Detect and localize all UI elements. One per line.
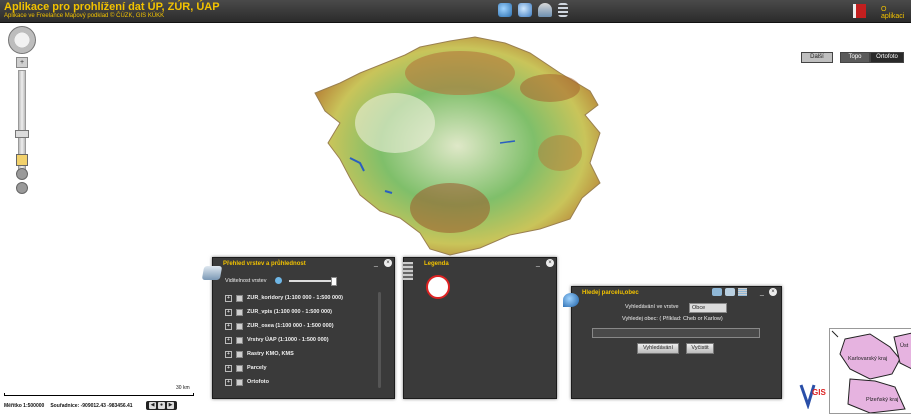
scale-text: Měřítko 1:500000 bbox=[4, 403, 45, 409]
minimize-icon[interactable]: _ bbox=[374, 260, 378, 267]
legend-panel-title: Legenda bbox=[424, 261, 449, 267]
visibility-globe-icon bbox=[275, 277, 282, 284]
layers-globe-icon[interactable] bbox=[518, 3, 532, 17]
layers-scrollbar[interactable] bbox=[378, 292, 381, 388]
book-icon[interactable] bbox=[853, 4, 866, 18]
search-hint: Vyhledej obec: ( Příklad: Cheb or Karlow… bbox=[622, 316, 723, 322]
no-legend-icon bbox=[426, 275, 450, 299]
map-icon[interactable] bbox=[725, 288, 735, 296]
status-bar: Měřítko 1:500000 Souřadnice: -909012.43 -… bbox=[4, 403, 133, 409]
search-button[interactable]: Vyhledávání bbox=[637, 343, 679, 354]
zoom-box-icon[interactable] bbox=[16, 168, 28, 180]
search-in-label: Vyhledávání ve vrstve bbox=[625, 304, 679, 310]
visibility-label: Viditelnost vrstev bbox=[225, 278, 267, 284]
layer-item[interactable]: + ZUR_koridory (1:100 000 - 1:500 000) bbox=[225, 293, 343, 303]
expand-icon[interactable]: + bbox=[225, 364, 232, 372]
layer-item[interactable]: + Rastry KMO, KMS bbox=[225, 349, 294, 359]
layer-item[interactable]: + Ortofoto bbox=[225, 377, 269, 387]
ortofoto-button[interactable]: Ortofoto bbox=[870, 52, 904, 63]
layer-item[interactable]: + ZUR_vpis (1:100 000 - 1:500 000) bbox=[225, 307, 332, 317]
search-panel-title: Hledej parcelu,obec bbox=[582, 290, 639, 296]
layer-checkbox[interactable] bbox=[236, 364, 243, 372]
expand-icon[interactable]: + bbox=[225, 308, 232, 316]
extent-navigation: ◀ ● ▶ bbox=[146, 401, 177, 410]
layer-checkbox[interactable] bbox=[236, 322, 243, 330]
search-bubble-icon bbox=[563, 293, 579, 307]
app-title: Aplikace pro prohlížení dat ÚP, ZÚR, ÚAP bbox=[4, 1, 220, 13]
layers-panel: Přehled vrstev a průhlednost _ × Viditel… bbox=[212, 257, 395, 399]
layer-checkbox[interactable] bbox=[236, 378, 243, 386]
minimize-icon[interactable]: _ bbox=[760, 289, 764, 296]
hand-tool-icon[interactable] bbox=[16, 154, 28, 166]
top-toolbar bbox=[498, 3, 568, 17]
list-icon[interactable] bbox=[558, 3, 568, 17]
gis-logo: GIS bbox=[799, 384, 826, 409]
search-panel: Hledej parcelu,obec _ × Vyhledávání ve v… bbox=[571, 286, 782, 399]
opacity-slider-handle[interactable] bbox=[331, 277, 337, 286]
scalebar bbox=[4, 393, 194, 396]
layer-checkbox[interactable] bbox=[236, 294, 243, 302]
layer-checkbox[interactable] bbox=[236, 336, 243, 344]
close-icon[interactable]: × bbox=[546, 259, 554, 267]
overview-map[interactable]: Karlovarský kraj Plzeňský kraj Úst bbox=[829, 328, 911, 414]
expand-icon[interactable]: + bbox=[225, 378, 232, 386]
layer-item[interactable]: + ZUR_osea (1:100 000 - 1:500 000) bbox=[225, 321, 334, 331]
search-input[interactable] bbox=[592, 328, 760, 338]
home-extent-icon[interactable]: ● bbox=[158, 402, 165, 409]
next-extent-icon[interactable]: ▶ bbox=[167, 402, 174, 409]
expand-icon[interactable]: + bbox=[225, 322, 232, 330]
zoom-in-button[interactable]: + bbox=[16, 57, 28, 68]
overview-region-label: Karlovarský kraj bbox=[848, 356, 888, 362]
globe-icon[interactable] bbox=[498, 3, 512, 17]
about-link[interactable]: O aplikaci bbox=[881, 6, 911, 20]
search-layer-select[interactable]: Obce bbox=[689, 303, 727, 313]
expand-icon[interactable]: + bbox=[225, 294, 232, 302]
expand-icon[interactable]: + bbox=[225, 336, 232, 344]
previous-extent-icon[interactable]: ◀ bbox=[149, 402, 156, 409]
print-icon[interactable] bbox=[538, 3, 552, 17]
full-extent-icon[interactable] bbox=[16, 182, 28, 194]
opacity-slider[interactable] bbox=[289, 280, 335, 282]
layer-item[interactable]: + Parcely bbox=[225, 363, 267, 373]
list-icon[interactable] bbox=[738, 288, 747, 296]
legend-list-icon bbox=[403, 262, 413, 280]
layer-checkbox[interactable] bbox=[236, 350, 243, 358]
more-maps-button[interactable]: Další bbox=[801, 52, 833, 63]
top-bar: Aplikace pro prohlížení dat ÚP, ZÚR, ÚAP… bbox=[0, 0, 911, 23]
expand-icon[interactable]: + bbox=[225, 350, 232, 358]
layers-stack-icon bbox=[201, 266, 223, 280]
pan-control[interactable] bbox=[8, 26, 36, 54]
layers-panel-title: Přehled vrstev a průhlednost bbox=[223, 261, 306, 267]
terrain-map bbox=[314, 36, 601, 256]
scalebar-label: 30 km bbox=[176, 385, 190, 391]
overview-region-label: Úst bbox=[900, 343, 909, 349]
close-icon[interactable]: × bbox=[384, 259, 392, 267]
minimize-icon[interactable]: _ bbox=[536, 260, 540, 267]
coordinates-text: Souřadnice: -909012.43 -983456.41 bbox=[50, 403, 133, 409]
close-icon[interactable]: × bbox=[769, 288, 777, 296]
layer-item[interactable]: + Vrstvy ÚAP (1:1000 - 1:500 000) bbox=[225, 335, 329, 345]
zoom-slider-handle[interactable] bbox=[15, 130, 29, 138]
svg-text:GIS: GIS bbox=[812, 388, 826, 397]
topo-button[interactable]: Topo bbox=[840, 52, 870, 63]
layer-checkbox[interactable] bbox=[236, 308, 243, 316]
clear-button[interactable]: Vyčistit bbox=[686, 343, 714, 354]
app-subtitle: Aplikace ve Freelance Mapový podklad © Č… bbox=[4, 13, 165, 19]
overview-region-label: Plzeňský kraj bbox=[866, 397, 899, 403]
tool-icon[interactable] bbox=[712, 288, 722, 296]
legend-panel: Legenda _ × bbox=[403, 257, 557, 399]
